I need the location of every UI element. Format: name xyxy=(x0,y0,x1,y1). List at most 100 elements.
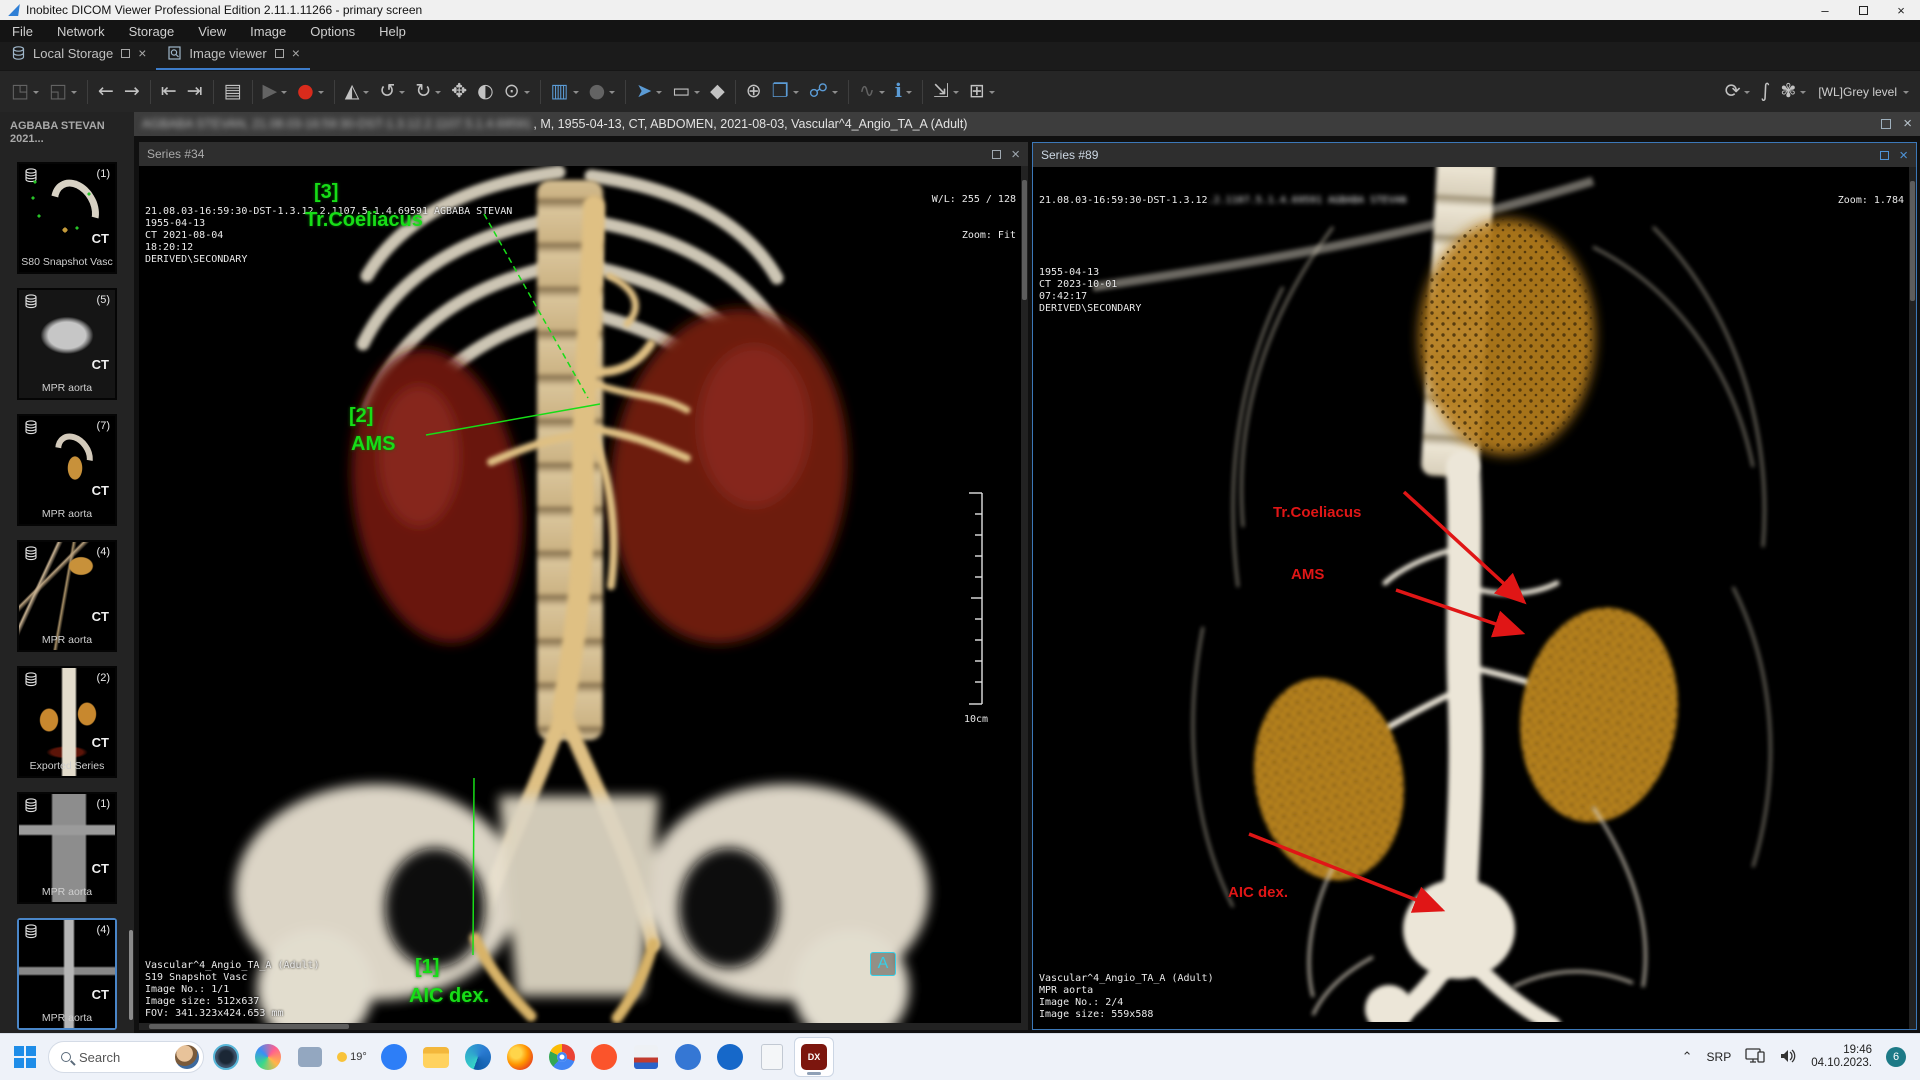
series-thumbnail-mpr3[interactable]: (4) CT MPR aorta xyxy=(17,540,117,652)
dropdown-caret-icon[interactable] xyxy=(573,91,579,97)
hidden-icons-chevron[interactable]: ⌃ xyxy=(1682,1049,1693,1065)
rotate-3d-icon[interactable]: ⟳ xyxy=(1720,74,1756,110)
dropdown-caret-icon[interactable] xyxy=(1800,91,1806,97)
dropdown-caret-icon[interactable] xyxy=(832,91,838,97)
series-34-horizontal-scrollbar[interactable] xyxy=(139,1023,1021,1030)
minimize-button[interactable]: – xyxy=(1806,0,1844,20)
curves-icon[interactable]: ∿ xyxy=(854,74,890,110)
dropdown-caret-icon[interactable] xyxy=(71,91,77,97)
taskbar-notepad-icon[interactable] xyxy=(752,1037,792,1077)
series-stack-icon[interactable]: ▤ xyxy=(219,74,247,110)
detach-tab-icon[interactable] xyxy=(121,49,130,58)
nav-back-icon[interactable]: ← xyxy=(93,74,119,110)
ruler-icon[interactable]: ▭ xyxy=(667,74,705,110)
series-thumbnail-mpr1[interactable]: (5) CT MPR aorta xyxy=(17,288,117,400)
menu-item[interactable]: File xyxy=(0,20,45,42)
dropdown-caret-icon[interactable] xyxy=(435,91,441,97)
flip-icon[interactable]: ◭ xyxy=(340,74,375,110)
export-icon[interactable]: ⇲ xyxy=(928,74,964,110)
close-button[interactable]: × xyxy=(1882,0,1920,20)
taskbar-monitor-icon[interactable] xyxy=(290,1037,330,1077)
language-indicator[interactable]: SRP xyxy=(1707,1050,1732,1064)
dropdown-caret-icon[interactable] xyxy=(524,91,530,97)
series-34-image[interactable]: 21.08.03-16:59:30-DST-1.3.12.2.1107.5.1.… xyxy=(139,166,1028,1030)
volume-icon[interactable] xyxy=(1779,1048,1797,1067)
taskbar-chrome-icon[interactable] xyxy=(542,1037,582,1077)
rotate-cw-icon[interactable]: ↻ xyxy=(410,74,446,110)
notification-badge[interactable]: 6 xyxy=(1886,1047,1906,1067)
series-89-vertical-scrollbar[interactable] xyxy=(1909,167,1916,1029)
series-thumbnail-s80[interactable]: (1) CT S80 Snapshot Vasc xyxy=(17,162,117,274)
dropdown-caret-icon[interactable] xyxy=(609,91,615,97)
series-34-header[interactable]: Series #34 × xyxy=(139,142,1028,166)
copy-frame-icon[interactable]: ❐ xyxy=(767,74,804,110)
sidebar-scrollbar[interactable] xyxy=(129,930,133,1020)
close-tab-icon[interactable]: × xyxy=(292,48,300,58)
taskbar-imageviewer-icon[interactable] xyxy=(626,1037,666,1077)
eraser-icon[interactable]: ◆ xyxy=(705,74,730,110)
record-icon[interactable]: ● xyxy=(292,74,329,110)
dropdown-caret-icon[interactable] xyxy=(793,91,799,97)
pan-icon[interactable]: ✥ xyxy=(446,74,472,110)
taskbar-weather-icon[interactable]: 19° xyxy=(332,1037,372,1077)
link-icon[interactable]: ☍ xyxy=(804,74,843,110)
tab-local-storage[interactable]: Local Storage × xyxy=(0,42,156,70)
taskbar-messenger-icon[interactable] xyxy=(374,1037,414,1077)
dropdown-caret-icon[interactable] xyxy=(1903,91,1909,97)
dropdown-caret-icon[interactable] xyxy=(953,91,959,97)
play-icon[interactable]: ▶ xyxy=(258,74,293,110)
volume-rendering-icon[interactable]: ◳ xyxy=(6,74,44,110)
dropdown-caret-icon[interactable] xyxy=(399,91,405,97)
palette-icon[interactable]: ✾ xyxy=(1775,74,1811,110)
network-icon[interactable] xyxy=(1745,1048,1765,1067)
menu-item[interactable]: View xyxy=(186,20,238,42)
rotate-ccw-icon[interactable]: ↺ xyxy=(374,74,410,110)
series-thumbnail-mpr4[interactable]: (1) CT MPR aorta xyxy=(17,792,117,904)
dropdown-caret-icon[interactable] xyxy=(989,91,995,97)
invert-icon[interactable]: ◐ xyxy=(472,74,499,110)
menu-item[interactable]: Storage xyxy=(117,20,187,42)
dropdown-caret-icon[interactable] xyxy=(33,91,39,97)
mpr-mode-icon[interactable]: ◱ xyxy=(44,74,82,110)
dropdown-caret-icon[interactable] xyxy=(363,91,369,97)
dropdown-caret-icon[interactable] xyxy=(694,91,700,97)
close-tab-icon[interactable]: × xyxy=(138,48,146,58)
close-panel-icon[interactable]: × xyxy=(1011,150,1020,159)
nav-forward-icon[interactable]: → xyxy=(119,74,145,110)
dropdown-caret-icon[interactable] xyxy=(906,91,912,97)
taskbar-edge-icon[interactable] xyxy=(458,1037,498,1077)
taskbar-widgets-icon[interactable] xyxy=(206,1037,246,1077)
layout-grid-icon[interactable]: ▥ xyxy=(546,74,584,110)
histogram-icon[interactable]: ∫ xyxy=(1755,74,1775,110)
dropdown-caret-icon[interactable] xyxy=(318,91,324,97)
taskbar-clock[interactable]: 19:46 04.10.2023. xyxy=(1811,1044,1872,1070)
series-thumbnail-exported[interactable]: (2) CT Exported Series xyxy=(17,666,117,778)
taskbar-copilot-icon[interactable] xyxy=(248,1037,288,1077)
tab-image-viewer[interactable]: Image viewer × xyxy=(156,42,310,70)
series-89-image[interactable]: 21.08.03-16:59:30-DST-1.3.12.2.1107.5.1.… xyxy=(1033,167,1916,1029)
wl-preset-dropdown[interactable]: [WL]Grey level xyxy=(1811,74,1914,110)
restore-panel-icon[interactable] xyxy=(992,150,1001,159)
taskbar-brave-icon[interactable] xyxy=(584,1037,624,1077)
taskbar-explorer-icon[interactable] xyxy=(416,1037,456,1077)
roi-ellipse-icon[interactable]: ● xyxy=(584,74,621,110)
target-icon[interactable]: ⊕ xyxy=(741,74,767,110)
series-89-header[interactable]: Series #89 × xyxy=(1033,143,1916,167)
last-image-icon[interactable]: ⇥ xyxy=(182,74,208,110)
start-button[interactable] xyxy=(8,1040,42,1074)
search-box[interactable]: Search xyxy=(48,1041,204,1073)
menu-item[interactable]: Options xyxy=(298,20,367,42)
arrow-annotation-icon[interactable]: ➤ xyxy=(631,74,667,110)
dropdown-caret-icon[interactable] xyxy=(879,91,885,97)
menu-item[interactable]: Image xyxy=(238,20,298,42)
dropdown-caret-icon[interactable] xyxy=(656,91,662,97)
taskbar-app-blue-icon[interactable] xyxy=(710,1037,750,1077)
series-thumbnail-mpr5[interactable]: (4) CT MPR aorta xyxy=(17,918,117,1030)
series-34-panel[interactable]: Series #34 × xyxy=(139,142,1028,1030)
search-avatar[interactable] xyxy=(175,1045,199,1069)
dropdown-caret-icon[interactable] xyxy=(281,91,287,97)
detach-tab-icon[interactable] xyxy=(275,49,284,58)
menu-item[interactable]: Help xyxy=(367,20,418,42)
series-34-vertical-scrollbar[interactable] xyxy=(1021,166,1028,1030)
taskbar-qbittorrent-icon[interactable] xyxy=(668,1037,708,1077)
